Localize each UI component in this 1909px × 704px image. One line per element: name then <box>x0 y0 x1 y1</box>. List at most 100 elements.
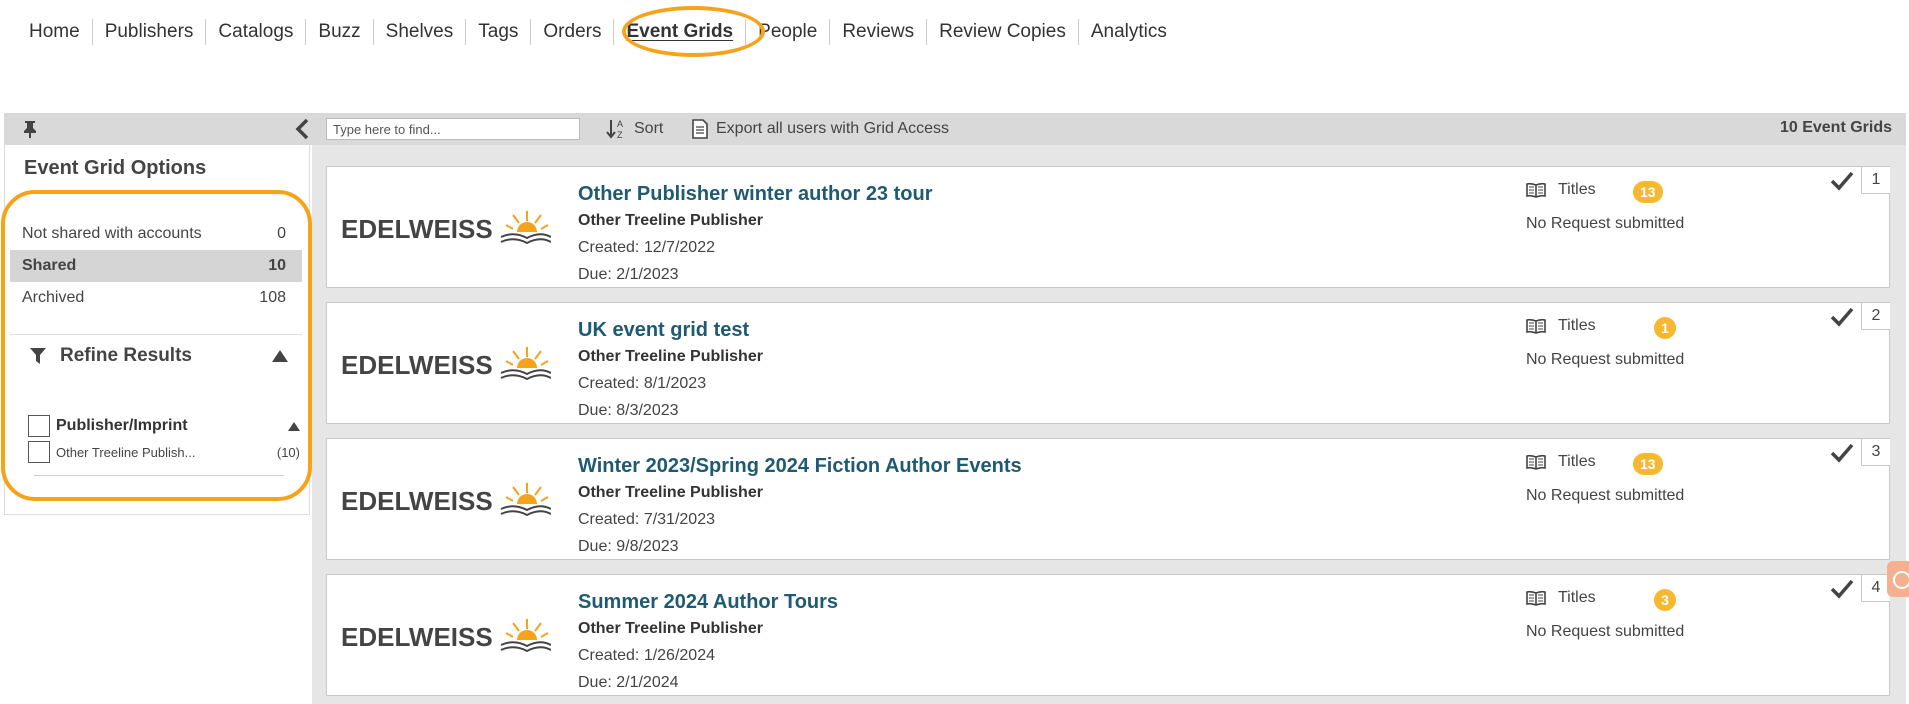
book-icon <box>1526 318 1546 334</box>
sort-az-icon: A Z <box>606 119 623 140</box>
facet-item-count: (10) <box>276 444 300 460</box>
export-label: Export all users with Grid Access <box>716 120 949 137</box>
request-status: No Request submitted <box>1526 215 1685 232</box>
request-status: No Request submitted <box>1526 351 1685 368</box>
document-icon <box>692 119 708 139</box>
option-label: Shared <box>22 257 77 274</box>
facet-collapse-icon[interactable] <box>288 421 300 431</box>
card-index: 1 <box>1861 167 1890 194</box>
nav-reviews[interactable]: Reviews <box>829 19 926 45</box>
event-grid-publisher: Other Treeline Publisher <box>578 620 763 637</box>
edelweiss-logo: EDELWEISS <box>341 483 551 517</box>
titles-link[interactable]: Titles <box>1526 181 1596 199</box>
book-icon <box>1526 454 1546 470</box>
event-grid-title[interactable]: Winter 2023/Spring 2024 Fiction Author E… <box>578 455 1022 478</box>
book-icon <box>1526 590 1546 606</box>
nav-catalogs[interactable]: Catalogs <box>205 19 305 45</box>
event-grid-publisher: Other Treeline Publisher <box>578 348 763 365</box>
collapse-sidebar-icon[interactable] <box>292 118 314 140</box>
refine-results-label: Refine Results <box>60 344 192 366</box>
titles-label: Titles <box>1558 453 1596 470</box>
event-grid-title[interactable]: Other Publisher winter author 23 tour <box>578 183 933 206</box>
option-shared[interactable]: Shared 10 <box>10 250 302 282</box>
titles-count-badge: 1 <box>1654 317 1676 339</box>
nav-event-grids[interactable]: Event Grids <box>613 19 745 45</box>
checkmark-icon[interactable] <box>1830 306 1854 328</box>
option-label: Not shared with accounts <box>22 225 202 242</box>
nav-analytics[interactable]: Analytics <box>1077 19 1179 45</box>
request-status: No Request submitted <box>1526 487 1685 504</box>
event-grid-created: Created: 12/7/2022 <box>578 239 715 256</box>
event-grid-card: EDELWEISS Summer 2024 Author Tours Other… <box>326 574 1890 696</box>
sort-button[interactable]: A Z Sort <box>606 117 663 141</box>
event-grid-card: EDELWEISS Winter 2023/Spring 2024 Fictio… <box>326 438 1890 560</box>
checkmark-icon[interactable] <box>1830 442 1854 464</box>
event-grid-publisher: Other Treeline Publisher <box>578 212 763 229</box>
feedback-tab[interactable] <box>1887 561 1909 597</box>
option-label: Archived <box>22 289 85 306</box>
facet-divider <box>34 475 284 476</box>
nav-publishers[interactable]: Publishers <box>91 19 206 45</box>
export-users-button[interactable]: Export all users with Grid Access <box>692 117 949 141</box>
nav-buzz[interactable]: Buzz <box>305 19 372 45</box>
filter-icon <box>30 347 46 364</box>
edelweiss-logo: EDELWEISS <box>341 347 551 381</box>
card-index: 4 <box>1861 575 1890 602</box>
nav-people[interactable]: People <box>745 19 829 45</box>
titles-count-badge: 3 <box>1654 589 1676 611</box>
svg-text:Z: Z <box>617 130 623 140</box>
svg-text:EDELWEISS: EDELWEISS <box>341 214 493 244</box>
nav-orders[interactable]: Orders <box>530 19 613 45</box>
titles-label: Titles <box>1558 317 1596 334</box>
pin-icon[interactable] <box>20 119 40 139</box>
card-index: 2 <box>1861 303 1890 330</box>
nav-review-copies[interactable]: Review Copies <box>926 19 1078 45</box>
svg-text:A: A <box>617 119 623 129</box>
event-grid-count: 10 Event Grids <box>1779 119 1892 136</box>
checkmark-icon[interactable] <box>1830 170 1854 192</box>
titles-link[interactable]: Titles <box>1526 317 1596 335</box>
facet-item-checkbox[interactable] <box>28 441 50 463</box>
event-grid-due: Due: 2/1/2023 <box>578 266 679 283</box>
option-count: 10 <box>268 257 286 274</box>
nav-tags[interactable]: Tags <box>465 19 530 45</box>
search-input[interactable] <box>326 118 580 140</box>
option-not-shared[interactable]: Not shared with accounts 0 <box>10 218 302 250</box>
titles-label: Titles <box>1558 589 1596 606</box>
event-grid-title[interactable]: Summer 2024 Author Tours <box>578 591 838 614</box>
nav-shelves[interactable]: Shelves <box>372 19 466 45</box>
event-grid-publisher: Other Treeline Publisher <box>578 484 763 501</box>
event-grid-due: Due: 2/1/2024 <box>578 674 679 691</box>
event-grid-card: EDELWEISS UK event grid test Other Treel… <box>326 302 1890 424</box>
top-nav: Home Publishers Catalogs Buzz Shelves Ta… <box>18 18 1179 46</box>
event-grid-due: Due: 9/8/2023 <box>578 538 679 555</box>
sort-label: Sort <box>634 120 664 137</box>
facet-item: Other Treeline Publish... (10) <box>28 439 300 465</box>
facet-all-checkbox[interactable] <box>28 415 50 437</box>
titles-count-badge: 13 <box>1633 453 1663 475</box>
option-count: 0 <box>277 225 286 242</box>
svg-text:EDELWEISS: EDELWEISS <box>341 486 493 516</box>
option-archived[interactable]: Archived 108 <box>10 282 302 314</box>
event-grid-created: Created: 8/1/2023 <box>578 375 707 392</box>
svg-text:EDELWEISS: EDELWEISS <box>341 622 493 652</box>
nav-home[interactable]: Home <box>18 19 92 45</box>
card-index: 3 <box>1861 439 1890 466</box>
event-grid-due: Due: 8/3/2023 <box>578 402 679 419</box>
event-grid-created: Created: 7/31/2023 <box>578 511 715 528</box>
titles-link[interactable]: Titles <box>1526 453 1596 471</box>
facet-header: Publisher/Imprint <box>28 413 300 439</box>
collapse-triangle-icon <box>272 349 288 362</box>
refine-results-toggle[interactable]: Refine Results <box>10 334 302 376</box>
publisher-facet: Publisher/Imprint Other Treeline Publish… <box>28 413 300 465</box>
event-grid-created: Created: 1/26/2024 <box>578 647 715 664</box>
event-grid-title[interactable]: UK event grid test <box>578 319 749 342</box>
request-status: No Request submitted <box>1526 623 1685 640</box>
titles-link[interactable]: Titles <box>1526 589 1596 607</box>
facet-title: Publisher/Imprint <box>56 417 188 434</box>
facet-item-label: Other Treeline Publish... <box>56 444 196 460</box>
checkmark-icon[interactable] <box>1830 578 1854 600</box>
event-grid-card: EDELWEISS Other Publisher winter author … <box>326 166 1890 288</box>
edelweiss-logo: EDELWEISS <box>341 619 551 653</box>
book-icon <box>1526 182 1546 198</box>
